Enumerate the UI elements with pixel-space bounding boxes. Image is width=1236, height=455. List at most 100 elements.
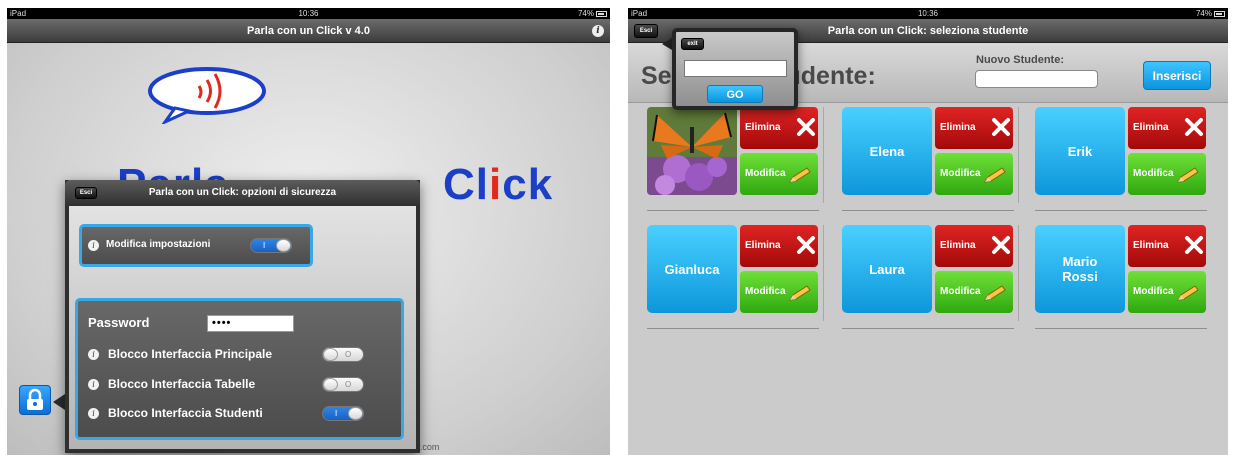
esci-button[interactable]: Esci (75, 187, 97, 199)
modify-student-button[interactable]: Modifica (935, 153, 1013, 195)
close-icon (1185, 236, 1203, 254)
lock-tables-label: Blocco Interfaccia Tabelle (108, 377, 256, 391)
settings-label: Modifica impostazioni (106, 239, 211, 250)
info-icon[interactable]: i (88, 349, 99, 360)
close-icon (992, 236, 1010, 254)
exit-popover: exit GO (672, 28, 798, 110)
go-button[interactable]: GO (707, 85, 763, 103)
close-icon (992, 118, 1010, 136)
card-divider-vertical (1018, 225, 1019, 321)
delete-student-button[interactable]: Elimina (740, 107, 818, 149)
close-icon (797, 236, 815, 254)
esci-button[interactable]: Esci (634, 24, 658, 38)
security-lock-button[interactable] (19, 385, 51, 415)
toggle-tag: I (335, 409, 338, 418)
pencil-icon (789, 167, 811, 183)
card-divider-vertical (1018, 107, 1019, 203)
delete-student-button[interactable]: Elimina (935, 225, 1013, 267)
close-icon (1185, 118, 1203, 136)
info-icon[interactable]: i (88, 379, 99, 390)
student-card: Laura Elimina Modifica (842, 225, 1022, 329)
student-photo[interactable] (647, 107, 737, 195)
toggle-knob (323, 378, 338, 391)
popover-header: Esci Parla con un Click: opzioni di sicu… (65, 180, 420, 206)
card-divider-vertical (823, 107, 824, 203)
card-divider (842, 210, 1014, 211)
exit-popover-pointer (662, 38, 672, 50)
card-divider (1035, 328, 1207, 329)
card-divider (1035, 210, 1207, 211)
battery-icon (1214, 11, 1225, 17)
battery-indicator: 74% (1196, 8, 1225, 19)
clock: 10:36 (298, 9, 319, 18)
modify-student-button[interactable]: Modifica (740, 153, 818, 195)
student-name-button[interactable]: Laura (842, 225, 932, 313)
modify-student-button[interactable]: Modifica (740, 271, 818, 313)
student-name-button[interactable]: Gianluca (647, 225, 737, 313)
student-card: Elimina Modifica (647, 107, 827, 211)
toggle-tag: I (263, 241, 266, 250)
delete-student-button[interactable]: Elimina (1128, 225, 1206, 267)
lock-students-label: Blocco Interfaccia Studenti (108, 406, 263, 420)
pencil-icon (1177, 167, 1199, 183)
modify-student-button[interactable]: Modifica (1128, 153, 1206, 195)
modify-label: Modifica (745, 168, 786, 179)
lock-students-toggle[interactable]: I (322, 406, 364, 421)
modify-student-button[interactable]: Modifica (1128, 271, 1206, 313)
info-icon[interactable]: i (88, 408, 99, 419)
password-label: Password (88, 315, 150, 330)
new-student-input[interactable] (975, 70, 1098, 88)
card-divider (647, 210, 819, 211)
student-card: Erik Elimina Modifica (1035, 107, 1215, 211)
nav-bar: Parla con un Click v 4.0 i (7, 19, 610, 43)
card-divider (647, 328, 819, 329)
password-field[interactable]: •••• (207, 315, 294, 332)
delete-student-button[interactable]: Elimina (935, 107, 1013, 149)
modify-label: Modifica (1133, 286, 1174, 297)
student-card: Elena Elimina Modifica (842, 107, 1022, 211)
logo-word-right-a: Cl (443, 160, 489, 209)
student-name-button[interactable]: Elena (842, 107, 932, 195)
logo-word-right: Click (443, 160, 553, 210)
lock-icon (27, 388, 43, 410)
logo-word-right-accent: i (489, 160, 503, 209)
student-card: Gianluca Elimina Modifica (647, 225, 827, 329)
toggle-tag: O (345, 380, 352, 389)
exit-password-input[interactable] (684, 60, 787, 77)
status-bar: iPad 10:36 74% (628, 8, 1228, 19)
screen-title: Parla con un Click: seleziona studente (827, 25, 1029, 37)
modify-label: Modifica (940, 286, 981, 297)
delete-student-button[interactable]: Elimina (740, 225, 818, 267)
left-screenshot: iPad 10:36 74% Parla con un Click v 4.0 … (7, 8, 610, 455)
butterfly-photo-icon (647, 107, 737, 195)
info-icon[interactable]: i (88, 240, 99, 251)
lock-tables-toggle[interactable]: O (322, 377, 364, 392)
student-name-button[interactable]: Mario Rossi (1035, 225, 1125, 313)
modify-label: Modifica (1133, 168, 1174, 179)
settings-group: i Modifica impostazioni I (79, 224, 313, 267)
delete-student-button[interactable]: Elimina (1128, 107, 1206, 149)
delete-label: Elimina (745, 240, 781, 251)
student-card: Mario Rossi Elimina Modifica (1035, 225, 1215, 329)
card-divider-vertical (823, 225, 824, 321)
modify-label: Modifica (940, 168, 981, 179)
modify-label: Modifica (745, 286, 786, 297)
lock-main-toggle[interactable]: O (322, 347, 364, 362)
insert-student-button[interactable]: Inserisci (1143, 61, 1211, 90)
delete-label: Elimina (745, 122, 781, 133)
security-options-popover: Esci Parla con un Click: opzioni di sicu… (65, 180, 420, 453)
right-screenshot: iPad 10:36 74% Esci Parla con un Click: … (628, 8, 1228, 455)
battery-percent: 74% (577, 9, 594, 18)
lock-main-label: Blocco Interfaccia Principale (108, 347, 273, 361)
speech-bubble-logo-icon (148, 67, 266, 124)
settings-toggle[interactable]: I (250, 238, 292, 253)
student-name-button[interactable]: Erik (1035, 107, 1125, 195)
info-icon[interactable]: i (592, 25, 604, 37)
delete-label: Elimina (940, 240, 976, 251)
close-icon (797, 118, 815, 136)
modify-student-button[interactable]: Modifica (935, 271, 1013, 313)
battery-icon (596, 11, 607, 17)
exit-button[interactable]: exit (681, 38, 704, 50)
lock-group: Password •••• i Blocco Interfaccia Princ… (75, 298, 404, 440)
logo-word-right-tail: ck (502, 160, 554, 209)
